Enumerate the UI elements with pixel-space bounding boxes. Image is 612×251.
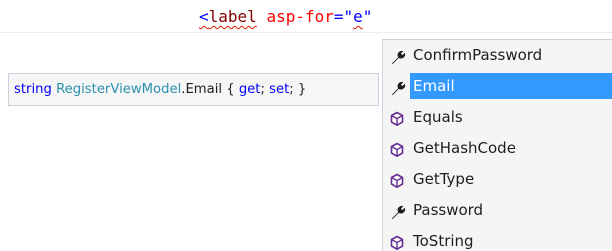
wrench-icon: [389, 202, 407, 220]
separator: ;: [260, 82, 270, 97]
signature-end: ; }: [289, 82, 307, 97]
type-keyword: string: [14, 82, 52, 97]
completion-item-label: Email: [413, 77, 455, 95]
method-cube-icon: [389, 233, 407, 250]
attribute-name: asp-for: [266, 7, 334, 26]
completion-item-gettype[interactable]: GetType: [386, 166, 612, 192]
class-name: RegisterViewModel: [56, 82, 182, 97]
wrench-icon: [389, 47, 407, 65]
completion-item-gethashcode[interactable]: GetHashCode: [386, 135, 612, 161]
completion-item-label: Password: [413, 201, 484, 219]
completion-item-tostring[interactable]: ToString: [386, 228, 612, 251]
wrench-icon: [389, 78, 407, 96]
completion-item-label: Equals: [413, 108, 463, 126]
method-cube-icon: [389, 109, 407, 126]
completion-item-label: ConfirmPassword: [413, 46, 543, 64]
completion-item-equals[interactable]: Equals: [386, 104, 612, 130]
member-signature: .Email {: [181, 82, 239, 97]
editor-line-divider: [0, 32, 612, 33]
completion-item-confirmpassword[interactable]: ConfirmPassword: [386, 42, 612, 68]
tag-open-bracket: <: [199, 7, 209, 26]
method-cube-icon: [389, 140, 407, 157]
completion-item-label: GetHashCode: [413, 139, 516, 157]
completion-item-label: ToString: [413, 232, 474, 250]
completion-item-label: GetType: [413, 170, 475, 188]
code-line[interactable]: <label asp-for="e": [199, 3, 372, 31]
attribute-close-quote: ": [362, 7, 373, 26]
typed-text: e: [353, 7, 363, 26]
completion-item-password[interactable]: Password: [386, 197, 612, 223]
set-keyword: set: [269, 82, 290, 97]
tag-name: label: [208, 7, 257, 26]
completion-item-email[interactable]: Email: [386, 73, 612, 99]
completion-list[interactable]: ConfirmPassword Email Equals GetHashCode…: [382, 39, 612, 251]
get-keyword: get: [238, 82, 261, 97]
attribute-equals-quote: =": [333, 7, 354, 26]
quick-info-tooltip: string RegisterViewModel.Email { get; se…: [8, 73, 379, 106]
method-cube-icon: [389, 171, 407, 188]
